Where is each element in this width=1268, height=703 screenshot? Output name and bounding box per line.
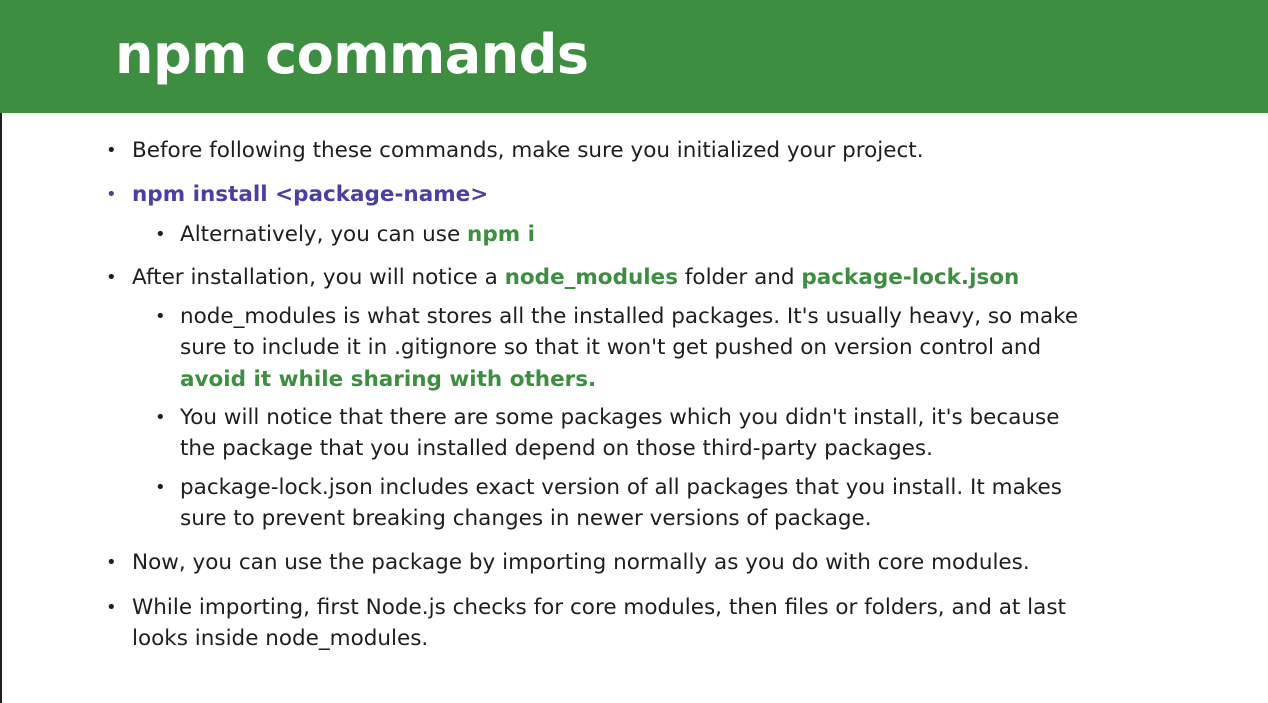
bullet-line: looks inside node_modules. (132, 626, 429, 651)
sub-bullet-line: sure to prevent breaking changes in newe… (180, 506, 872, 531)
sub-bullet-dot: • (155, 477, 166, 498)
slide-title: npm commands (115, 23, 589, 86)
bullet-text: Before following these commands, make su… (132, 138, 924, 163)
bullet-plain-b: folder and (678, 265, 802, 290)
bullet-dot: • (106, 552, 117, 573)
sub-bullet-emphasis: avoid it while sharing with others. (180, 367, 597, 392)
bullet-text-command: npm install <package-name> (132, 182, 489, 207)
sub-bullet-line: You will notice that there are some pack… (180, 405, 1060, 430)
bullet-plain-a: After installation, you will notice a (132, 265, 505, 290)
sub-bullet-line: sure to include it in .gitignore so that… (180, 335, 1042, 360)
bullet-text: Now, you can use the package by importin… (132, 550, 1030, 575)
sub-bullet-dot: • (155, 224, 166, 245)
keyword-npm-i: npm i (467, 222, 535, 247)
sub-bullet-line: package-lock.json includes exact version… (180, 475, 1062, 500)
bullet-dot: • (106, 597, 117, 618)
sub-bullet-dot: • (155, 306, 166, 327)
bullet-line: While importing, first Node.js checks fo… (132, 595, 1066, 620)
sub-bullet-line: the package that you installed depend on… (180, 436, 933, 461)
sub-bullet-dot: • (155, 407, 166, 428)
bullet-dot: • (106, 184, 117, 205)
keyword-node-modules: node_modules (504, 265, 679, 290)
bullet-text: After installation, you will notice a no… (132, 262, 1019, 294)
keyword-package-lock: package-lock.json (801, 265, 1020, 290)
sub-bullet-plain: Alternatively, you can use (180, 222, 468, 247)
bullet-dot: • (106, 140, 117, 161)
title-bar: npm commands (0, 0, 1268, 113)
bullet-dot: • (106, 267, 117, 288)
sub-bullet-text: Alternatively, you can use npm i (180, 219, 535, 251)
sub-bullet-line: node_modules is what stores all the inst… (180, 304, 1079, 329)
